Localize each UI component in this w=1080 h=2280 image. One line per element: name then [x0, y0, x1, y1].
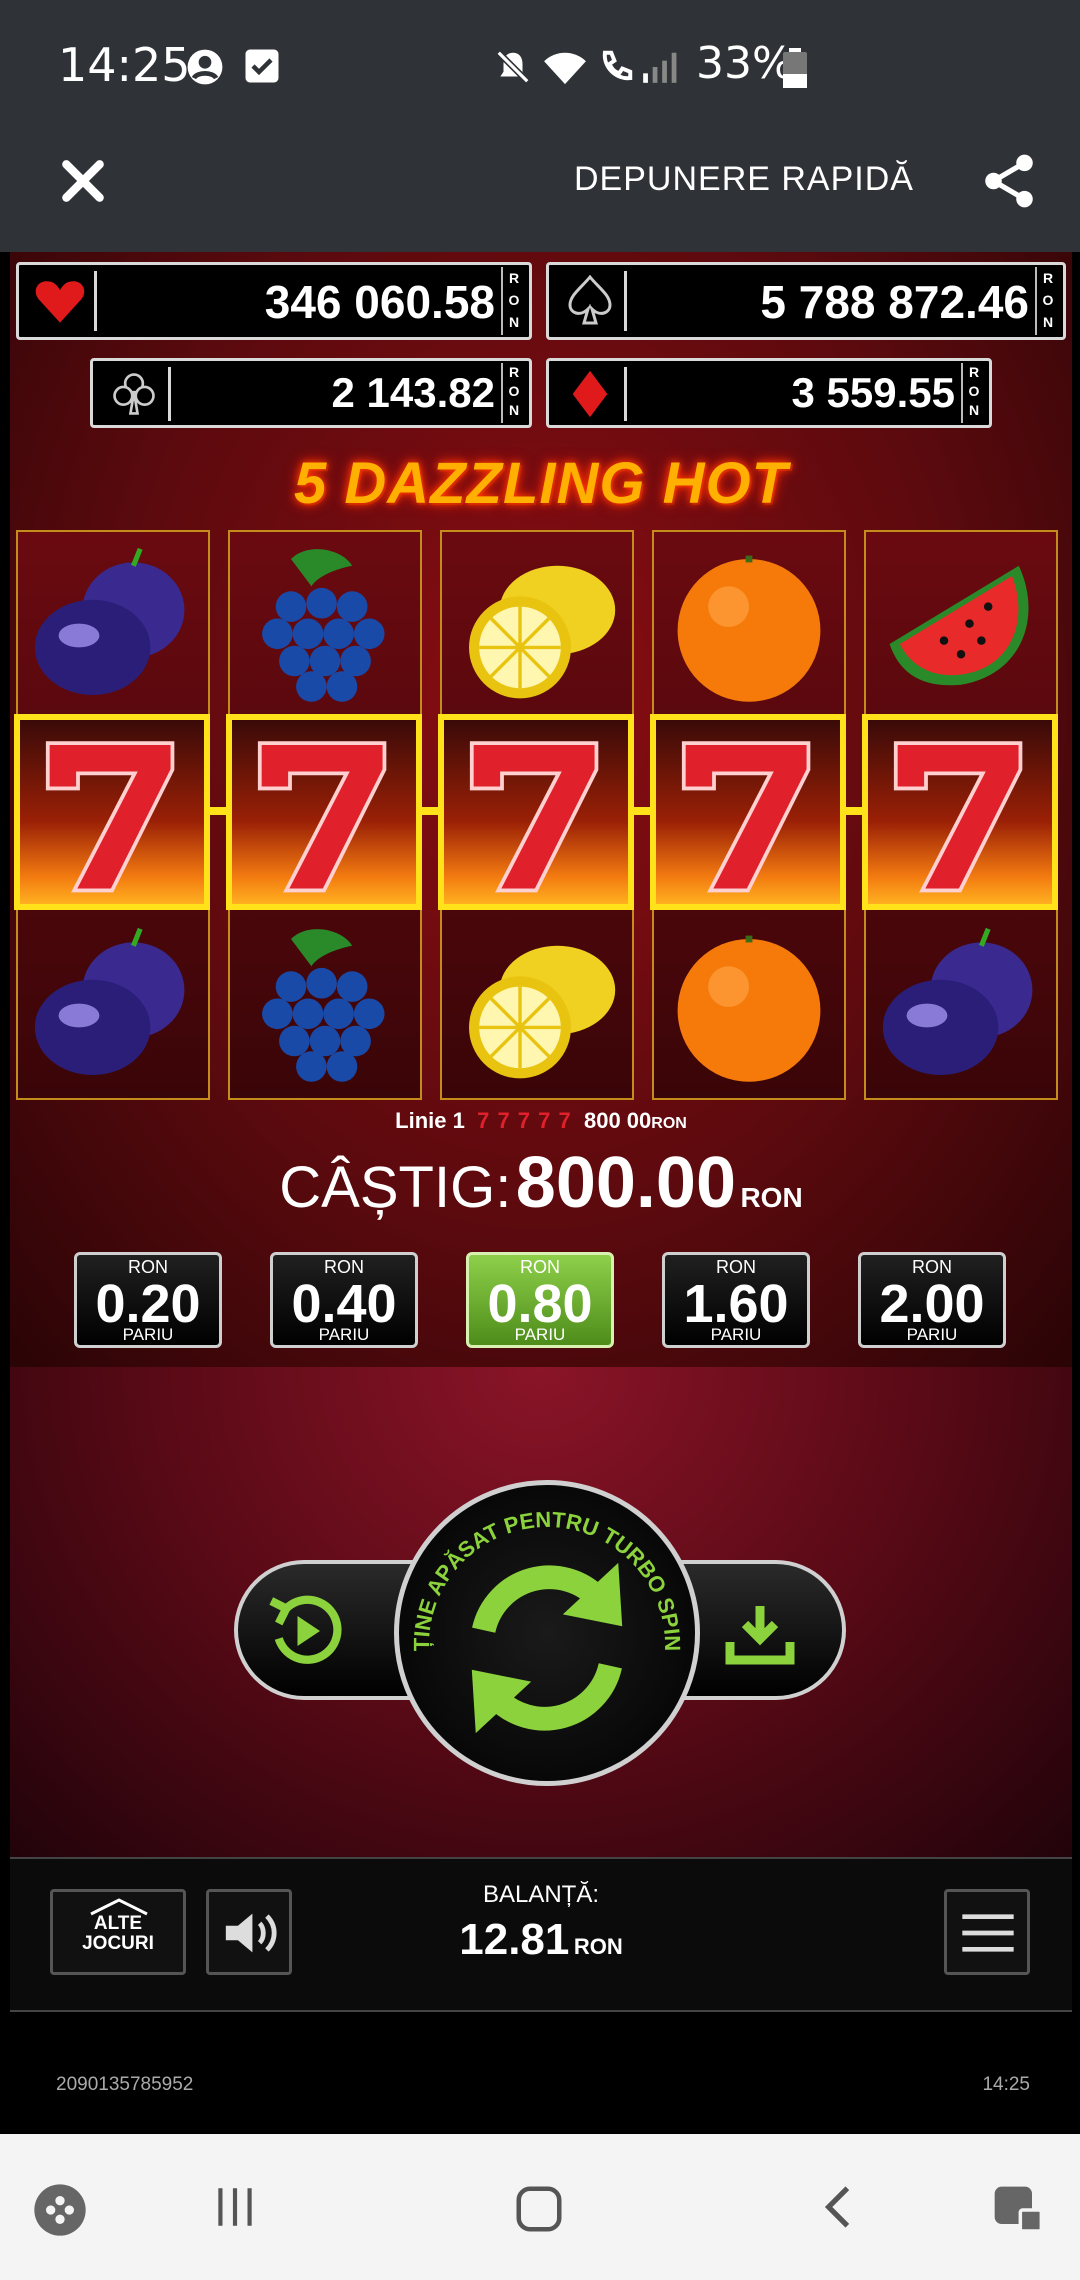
- status-bar: 14:25 33%: [0, 0, 1080, 108]
- account-circle-icon: [187, 49, 223, 85]
- jackpot-spade: 5 788 872.46 RON: [546, 262, 1066, 340]
- payline-segment: [210, 807, 226, 815]
- status-time: 14:25: [58, 38, 191, 92]
- screen-lock-icon[interactable]: [990, 2182, 1046, 2238]
- win-currency: RON: [740, 1182, 803, 1213]
- plum-symbol: [18, 532, 208, 722]
- jackpot-diamond-value: 3 559.55: [791, 369, 956, 416]
- checkbox-icon: [245, 49, 279, 83]
- bet-option-0-20[interactable]: RON 0.20 PARIU: [74, 1252, 222, 1348]
- seven-symbol-win: [226, 714, 422, 910]
- battery-icon: [783, 48, 807, 88]
- signal-icon: [643, 52, 677, 83]
- balance-display: 12.81 RON: [10, 1915, 1072, 1965]
- seven-symbol-win: [862, 714, 1058, 910]
- win-line-amount: 800 00: [583, 1108, 652, 1133]
- jackpot-heart-currency: RON: [501, 267, 525, 335]
- jackpot-diamond-currency: RON: [961, 363, 985, 423]
- payline-segment: [422, 807, 438, 815]
- grapes-symbol: [230, 912, 420, 1102]
- lemon-symbol: [442, 532, 632, 722]
- game-footer: 2090135785952 14:25: [10, 2012, 1072, 2134]
- bet-option-1-60[interactable]: RON 1.60 PARIU: [662, 1252, 810, 1348]
- spin-arrows-icon: [471, 1562, 623, 1734]
- spin-button[interactable]: ȚINE APĂSAT PENTRU TURBO SPIN: [394, 1480, 700, 1786]
- share-icon[interactable]: [978, 150, 1040, 212]
- back-icon[interactable]: [814, 2182, 864, 2232]
- mute-icon: [496, 50, 530, 84]
- bet-option-0-40[interactable]: RON 0.40 PARIU: [270, 1252, 418, 1348]
- game-launcher-icon[interactable]: [32, 2182, 88, 2238]
- plum-symbol: [866, 912, 1056, 1102]
- jackpot-heart: 346 060.58 RON: [16, 262, 532, 340]
- session-id: 2090135785952: [56, 2074, 194, 2095]
- balance-label: BALANȚĂ:: [482, 1881, 600, 1908]
- jackpot-club-value: 2 143.82: [331, 369, 496, 416]
- payline-segment: [846, 807, 862, 815]
- heart-icon: [25, 271, 97, 331]
- payline-segment: [634, 807, 650, 815]
- watermelon-symbol: [866, 532, 1056, 722]
- spade-icon: [555, 271, 627, 331]
- seven-symbol-win: [438, 714, 634, 910]
- win-line-info: Linie 1 7 7 7 7 7 800 00RON: [10, 1108, 1072, 1134]
- win-line-label: Linie 1: [395, 1108, 465, 1133]
- jackpot-club: 2 143.82 RON: [90, 358, 532, 428]
- footer-time: 14:25: [982, 2074, 1030, 2095]
- win-line-symbols: 7 7 7 7 7: [477, 1108, 572, 1133]
- bet-option-0-80[interactable]: RON 0.80 PARIU: [466, 1252, 614, 1348]
- game-area: 346 060.58 RON 5 788 872.46 RON 2 143.82…: [10, 252, 1072, 1857]
- autoplay-icon: [269, 1595, 342, 1664]
- game-logo: 5 DAZZLING HOT: [293, 451, 789, 516]
- seven-symbol-win: [14, 714, 210, 910]
- bet-option-2-00[interactable]: RON 2.00 PARIU: [858, 1252, 1006, 1348]
- jackpot-spade-value: 5 788 872.46: [760, 276, 1029, 328]
- plum-symbol: [18, 912, 208, 1102]
- recent-apps-icon[interactable]: [210, 2182, 260, 2232]
- balance-value: 12.81: [459, 1915, 570, 1964]
- download-icon: [725, 1606, 795, 1665]
- grapes-symbol: [230, 532, 420, 722]
- app-header: DEPUNERE RAPIDĂ: [0, 108, 1080, 252]
- home-icon[interactable]: [512, 2182, 566, 2236]
- wifi-icon: [544, 52, 586, 85]
- battery-percent: 33%: [696, 38, 794, 89]
- bottom-bar: ALTE JOCURI BALANȚĂ: 12.81 RON: [10, 1857, 1072, 2012]
- seven-symbol-win: [650, 714, 846, 910]
- jackpot-diamond: 3 559.55 RON: [546, 358, 992, 428]
- club-icon: [99, 367, 171, 421]
- android-nav-bar: [0, 2134, 1080, 2280]
- orange-symbol: [654, 912, 844, 1102]
- win-label: CÂȘTIG:: [279, 1155, 512, 1220]
- jackpot-club-currency: RON: [501, 363, 525, 423]
- orange-symbol: [654, 532, 844, 722]
- win-display: CÂȘTIG: 800.00 RON: [10, 1142, 1072, 1224]
- win-amount: 800.00: [515, 1143, 736, 1223]
- jackpot-heart-value: 346 060.58: [264, 276, 495, 328]
- jackpot-spade-currency: RON: [1035, 267, 1059, 335]
- diamond-icon: [555, 367, 627, 421]
- win-line-currency: RON: [651, 1115, 687, 1132]
- wifi-call-icon: [602, 50, 633, 81]
- quick-deposit-button[interactable]: DEPUNERE RAPIDĂ: [574, 160, 914, 199]
- lemon-symbol: [442, 912, 632, 1102]
- hamburger-menu-icon: [962, 1914, 1014, 1952]
- menu-button[interactable]: [944, 1889, 1030, 1975]
- close-icon[interactable]: [58, 156, 108, 206]
- balance-currency: RON: [573, 1934, 623, 1959]
